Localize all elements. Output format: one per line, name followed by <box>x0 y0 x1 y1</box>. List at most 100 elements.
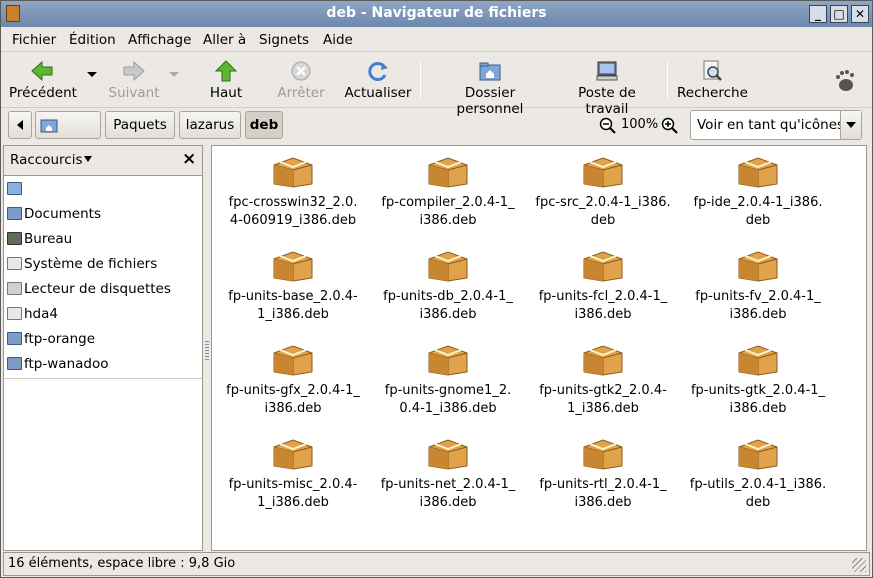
minimize-button[interactable]: _ <box>809 5 827 23</box>
menu-aller-a[interactable]: Aller à <box>203 32 246 48</box>
file-item[interactable]: fp-units-base_2.0.4- 1_i386.deb <box>215 248 371 324</box>
deb-package-icon <box>428 439 468 470</box>
file-item[interactable]: fp-units-net_2.0.4-1_ i386.deb <box>370 436 526 512</box>
file-item[interactable]: fpc-crosswin32_2.0. 4-060919_i386.deb <box>215 154 371 230</box>
toolbar-separator <box>667 62 668 98</box>
maximize-button[interactable]: □ <box>830 5 848 23</box>
menu-signets[interactable]: Signets <box>259 32 309 48</box>
file-item[interactable]: fp-ide_2.0.4-1_i386. deb <box>680 154 836 230</box>
sidebar-item-label: ftp-orange <box>24 331 96 347</box>
file-item[interactable]: fp-units-gtk_2.0.4-1_ i386.deb <box>680 342 836 418</box>
zoom-in-icon[interactable] <box>661 117 678 134</box>
stop-button[interactable]: Arrêter <box>275 60 327 101</box>
window-resize-grip[interactable] <box>852 558 866 572</box>
up-label: Haut <box>209 85 243 101</box>
forward-label: Suivant <box>108 85 160 101</box>
file-name-line1: fp-units-gtk2_2.0.4- <box>539 383 667 398</box>
pane-resize-handle[interactable] <box>205 341 209 361</box>
file-name-line2: i386.deb <box>729 307 787 322</box>
file-name-line2: i386.deb <box>574 495 632 510</box>
file-item[interactable]: fp-units-fv_2.0.4-1_ i386.deb <box>680 248 836 324</box>
path-scroll-left-button[interactable] <box>8 111 32 139</box>
path-home-button[interactable] <box>35 111 101 139</box>
menu-aide[interactable]: Aide <box>323 32 353 48</box>
file-name-line2: i386.deb <box>419 307 477 322</box>
file-item[interactable]: fp-units-gtk2_2.0.4- 1_i386.deb <box>525 342 681 418</box>
sidebar-close-button[interactable]: × <box>182 149 196 169</box>
zoom-out-icon[interactable] <box>599 117 616 134</box>
location-bar: Paquets lazarus deb 100% Voir en tant qu… <box>1 108 872 144</box>
menu-edition[interactable]: Édition <box>69 32 116 48</box>
file-item[interactable]: fp-compiler_2.0.4-1_ i386.deb <box>370 154 526 230</box>
file-item[interactable]: fpc-src_2.0.4-1_i386. deb <box>525 154 681 230</box>
title-bar[interactable]: deb - Navigateur de fichiers _ □ ✕ <box>1 1 872 27</box>
scrollbar[interactable] <box>867 145 872 551</box>
file-name-line1: fp-utils_2.0.4-1_i386. <box>689 477 827 492</box>
gnome-foot-icon <box>836 70 854 91</box>
chevron-down-icon <box>84 156 93 162</box>
stop-label: Arrêter <box>277 85 325 101</box>
chevron-down-icon[interactable] <box>840 111 861 139</box>
sidebar-item-documents[interactable]: Documents <box>6 203 101 225</box>
deb-package-icon <box>583 345 623 376</box>
file-name-line1: fp-units-fv_2.0.4-1_ <box>695 289 821 304</box>
menu-fichier[interactable]: Fichier <box>12 32 56 48</box>
deb-package-icon <box>428 157 468 188</box>
forward-history-dropdown[interactable] <box>169 72 179 77</box>
toolbar: Précédent Suivant Haut Arrêter Actualise… <box>1 52 872 117</box>
back-button[interactable]: Précédent <box>9 60 77 101</box>
file-name-line1: fp-ide_2.0.4-1_i386. <box>693 195 823 210</box>
file-name-line2: i386.deb <box>419 213 477 228</box>
sidebar-item-hda4[interactable]: hda4 <box>6 303 58 325</box>
back-label: Précédent <box>9 85 77 101</box>
file-item[interactable]: fp-units-gfx_2.0.4-1_ i386.deb <box>215 342 371 418</box>
view-mode-value: Voir en tant qu'icônes <box>697 117 845 133</box>
path-segment-deb[interactable]: deb <box>245 111 283 139</box>
icon-view[interactable]: fpc-crosswin32_2.0. 4-060919_i386.deb fp-c… <box>211 145 867 551</box>
sidebar-item-label: Bureau <box>24 231 73 247</box>
reload-button[interactable]: Actualiser <box>344 60 412 101</box>
file-name-line1: fp-compiler_2.0.4-1_ <box>381 195 515 210</box>
sidebar-mode-select[interactable]: Raccourcis <box>10 152 93 168</box>
deb-package-icon <box>428 251 468 282</box>
file-name-line1: fp-units-gfx_2.0.4-1_ <box>226 383 360 398</box>
sidebar-item-disquettes[interactable]: Lecteur de disquettes <box>6 278 171 300</box>
sidebar-item-ftp-orange[interactable]: ftp-orange <box>6 328 95 350</box>
drive-icon <box>7 307 22 320</box>
up-button[interactable]: Haut <box>205 60 247 101</box>
deb-package-icon <box>273 439 313 470</box>
sidebar-item-ftp-wanadoo[interactable]: ftp-wanadoo <box>6 353 108 375</box>
path-segment-lazarus[interactable]: lazarus <box>179 111 241 139</box>
deb-package-icon <box>738 345 778 376</box>
forward-button[interactable]: Suivant <box>107 60 161 101</box>
menu-affichage[interactable]: Affichage <box>128 32 191 48</box>
sidebar-item-bureau[interactable]: Bureau <box>6 228 72 250</box>
deb-package-icon <box>738 439 778 470</box>
file-item[interactable]: fp-units-misc_2.0.4- 1_i386.deb <box>215 436 371 512</box>
sidebar-item-systeme[interactable]: Système de fichiers <box>6 253 157 275</box>
network-folder-icon <box>7 332 22 345</box>
zoom-level[interactable]: 100% <box>621 117 658 132</box>
view-mode-select[interactable]: Voir en tant qu'icônes <box>690 110 862 140</box>
sidebar-title: Raccourcis <box>10 152 83 168</box>
sidebar-divider <box>4 378 202 379</box>
file-name-line2: deb <box>745 495 771 510</box>
file-item[interactable]: fp-units-fcl_2.0.4-1_ i386.deb <box>525 248 681 324</box>
file-item[interactable]: fp-utils_2.0.4-1_i386.deb <box>680 436 836 512</box>
file-name-line2: deb <box>590 213 616 228</box>
network-folder-icon <box>7 357 22 370</box>
file-item[interactable]: fp-units-db_2.0.4-1_ i386.deb <box>370 248 526 324</box>
file-item[interactable]: fp-units-gnome1_2. 0.4-1_i386.deb <box>370 342 526 418</box>
sidebar-item-label: Système de fichiers <box>24 256 158 272</box>
search-label: Recherche <box>677 85 748 101</box>
back-arrow-icon <box>31 60 53 82</box>
status-bar: 16 éléments, espace libre : 9,8 Gio <box>3 552 870 576</box>
file-item[interactable]: fp-units-rtl_2.0.4-1_ i386.deb <box>525 436 681 512</box>
sidebar-item-label: Lecteur de disquettes <box>24 281 171 297</box>
search-button[interactable]: Recherche <box>677 60 748 101</box>
back-history-dropdown[interactable] <box>87 72 97 77</box>
path-segment-paquets[interactable]: Paquets <box>105 111 175 139</box>
sidebar-item-home[interactable] <box>6 178 24 200</box>
close-window-button[interactable]: ✕ <box>851 5 869 23</box>
home-folder-icon <box>7 182 22 195</box>
